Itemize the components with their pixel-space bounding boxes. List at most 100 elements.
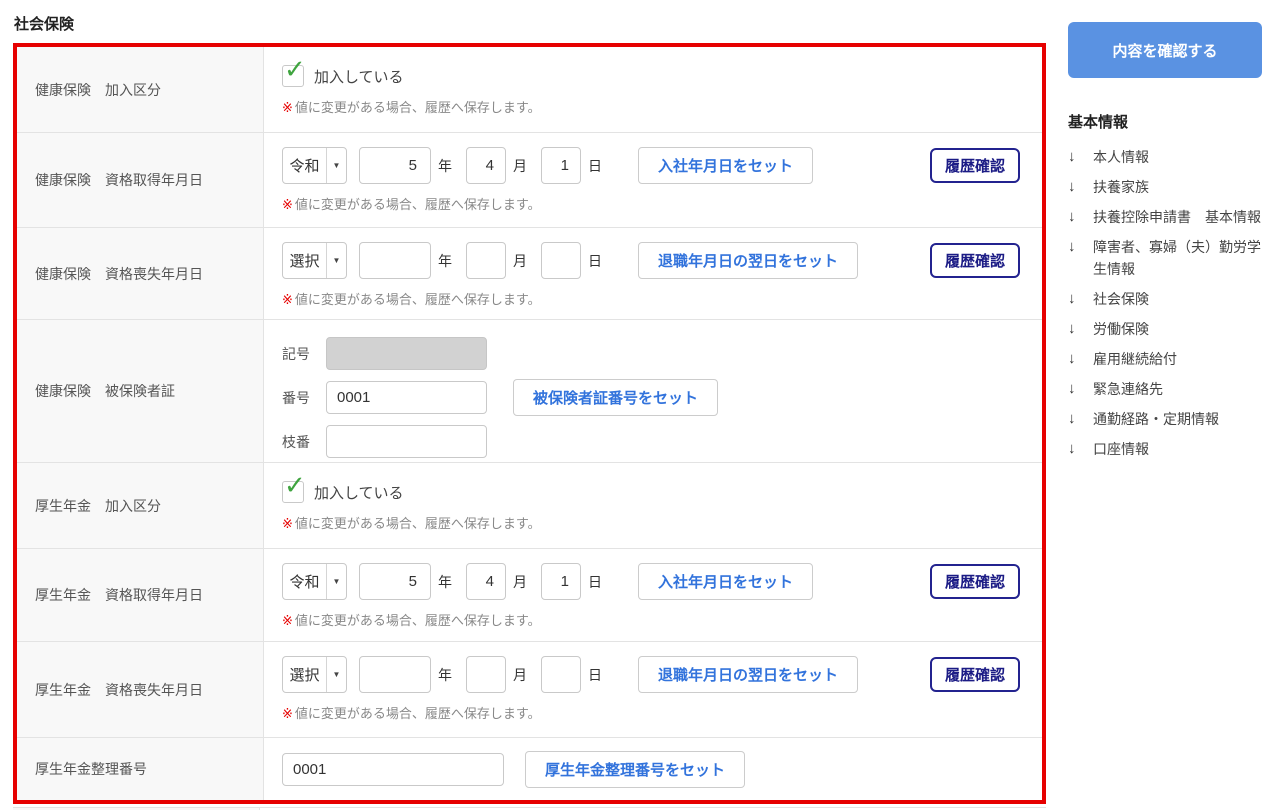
history-note: ※ 値に変更がある場合、履歴へ保存します。 (282, 100, 541, 115)
history-check-button[interactable]: 履歴確認 (929, 243, 1020, 278)
checkbox-label: 加入している (314, 68, 404, 86)
row-label: 健康保険 被保険者証 (17, 320, 264, 462)
sidebar-item-rodo-hoken[interactable]: ↓ 労働保険 (1068, 318, 1268, 340)
era-select[interactable]: 令和 ▼ (282, 147, 347, 184)
sidebar: 内容を確認する 基本情報 ↓ 本人情報 ↓ 扶養家族 ↓ 扶養控除申請書 基本情… (1068, 22, 1268, 468)
symbol-input (326, 337, 487, 370)
month-input[interactable] (466, 656, 506, 693)
month-input[interactable] (466, 563, 506, 600)
year-input[interactable] (359, 656, 431, 693)
down-arrow-icon: ↓ (1068, 320, 1076, 337)
history-note: ※ 値に変更がある場合、履歴へ保存します。 (282, 516, 541, 531)
year-unit: 年 (438, 666, 452, 683)
symbol-label: 記号 (282, 345, 310, 362)
sidebar-item-honnin-joho[interactable]: ↓ 本人情報 (1068, 146, 1268, 168)
sidebar-item-kinkyu-renrakusaki[interactable]: ↓ 緊急連絡先 (1068, 378, 1268, 400)
sidebar-item-koza-joho[interactable]: ↓ 口座情報 (1068, 438, 1268, 460)
table-row: 健康保険 資格取得年月日 令和 ▼ 年 月 日 入社年月日をセット 履歴確認 (17, 133, 1042, 228)
sidebar-nav: ↓ 本人情報 ↓ 扶養家族 ↓ 扶養控除申請書 基本情報 ↓ 障害者、寡婦（夫）… (1068, 146, 1268, 460)
day-input[interactable] (541, 242, 581, 279)
set-pension-number-button[interactable]: 厚生年金整理番号をセット (525, 750, 746, 788)
day-input[interactable] (541, 147, 581, 184)
branch-input[interactable] (326, 425, 487, 458)
checkbox-label: 加入している (314, 484, 404, 502)
history-check-button[interactable]: 履歴確認 (929, 564, 1020, 599)
chevron-down-icon: ▼ (326, 657, 346, 692)
sidebar-item-shogaisha-kafu[interactable]: ↓ 障害者、寡婦（夫）勤労学生情報 (1068, 236, 1268, 280)
row-label: 健康保険 資格取得年月日 (17, 133, 264, 227)
era-select-value: 令和 (289, 574, 320, 591)
month-input[interactable] (466, 242, 506, 279)
table-row: 健康保険 被保険者証 記号 番号 被保険者証番号をセット 枝番 (17, 320, 1042, 463)
month-unit: 月 (513, 573, 527, 590)
row-label: 厚生年金整理番号 (17, 738, 264, 800)
down-arrow-icon: ↓ (1068, 148, 1076, 165)
table-row: 厚生年金 資格取得年月日 令和 ▼ 年 月 日 入社年月日をセット 履歴確認 (17, 549, 1042, 642)
check-icon: ✓ (284, 54, 306, 84)
sidebar-item-tsukin-keiro[interactable]: ↓ 通勤経路・定期情報 (1068, 408, 1268, 430)
row-content: ✓ 加入している ※ 値に変更がある場合、履歴へ保存します。 (264, 47, 1042, 132)
sidebar-item-fuyo-kojo-shinseisho[interactable]: ↓ 扶養控除申請書 基本情報 (1068, 206, 1268, 228)
sidebar-heading: 基本情報 (1068, 114, 1129, 131)
down-arrow-icon: ↓ (1068, 380, 1076, 397)
set-hire-date-button[interactable]: 入社年月日をセット (638, 563, 814, 600)
history-note: ※ 値に変更がある場合、履歴へ保存します。 (282, 613, 541, 628)
era-select[interactable]: 選択 ▼ (282, 242, 347, 279)
set-retirement-next-day-button[interactable]: 退職年月日の翌日をセット (638, 242, 859, 279)
pension-number-input[interactable] (282, 752, 504, 786)
table-row: 厚生年金 加入区分 ✓ 加入している ※ 値に変更がある場合、履歴へ保存します。 (17, 463, 1042, 549)
year-input[interactable] (359, 147, 431, 184)
row-content: 令和 ▼ 年 月 日 入社年月日をセット 履歴確認 ※値に変更がある場合、履歴へ… (264, 549, 1042, 641)
year-input[interactable] (359, 563, 431, 600)
down-arrow-icon: ↓ (1068, 238, 1076, 255)
down-arrow-icon: ↓ (1068, 410, 1076, 427)
page: 社会保険 健康保険 加入区分 ✓ 加入している ※ 値に変更がある場合、履歴へ保存… (0, 0, 1280, 810)
social-insurance-table: 健康保険 加入区分 ✓ 加入している ※ 値に変更がある場合、履歴へ保存します。 … (13, 43, 1046, 804)
row-label: 厚生年金 資格喪失年月日 (17, 642, 264, 737)
history-note: ※ 値に変更がある場合、履歴へ保存します。 (282, 292, 541, 307)
chevron-down-icon: ▼ (326, 564, 346, 599)
set-insured-card-number-button[interactable]: 被保険者証番号をセット (513, 379, 719, 416)
row-label: 厚生年金 資格取得年月日 (17, 549, 264, 641)
enrolled-checkbox[interactable]: ✓ (282, 56, 306, 87)
page-title: 社会保険 (14, 16, 75, 33)
branch-label: 枝番 (282, 433, 310, 450)
row-label: 健康保険 加入区分 (17, 47, 264, 132)
sidebar-item-fuyo-kazoku[interactable]: ↓ 扶養家族 (1068, 176, 1268, 198)
history-check-button[interactable]: 履歴確認 (929, 148, 1020, 183)
row-label: 健康保険 資格喪失年月日 (17, 228, 264, 319)
year-unit: 年 (438, 573, 452, 590)
number-input[interactable] (326, 381, 487, 414)
sidebar-item-koyo-keizoku-kyufu[interactable]: ↓ 雇用継続給付 (1068, 348, 1268, 370)
era-select[interactable]: 選択 ▼ (282, 656, 347, 693)
set-retirement-next-day-button[interactable]: 退職年月日の翌日をセット (638, 656, 859, 693)
day-unit: 日 (588, 573, 602, 590)
month-input[interactable] (466, 147, 506, 184)
sidebar-item-shakai-hoken[interactable]: ↓ 社会保険 (1068, 288, 1268, 310)
year-input[interactable] (359, 242, 431, 279)
down-arrow-icon: ↓ (1068, 350, 1076, 367)
day-input[interactable] (541, 656, 581, 693)
row-content: 記号 番号 被保険者証番号をセット 枝番 (264, 320, 1042, 462)
day-unit: 日 (588, 666, 602, 683)
era-select[interactable]: 令和 ▼ (282, 563, 347, 600)
month-unit: 月 (513, 666, 527, 683)
history-note: ※ 値に変更がある場合、履歴へ保存します。 (282, 197, 541, 212)
table-row: 健康保険 資格喪失年月日 選択 ▼ 年 月 日 退職年月日の翌日をセット 履歴確… (17, 228, 1042, 320)
confirm-content-button[interactable]: 内容を確認する (1068, 22, 1262, 78)
enrolled-checkbox[interactable]: ✓ (282, 472, 306, 503)
day-input[interactable] (541, 563, 581, 600)
month-unit: 月 (513, 157, 527, 174)
down-arrow-icon: ↓ (1068, 178, 1076, 195)
history-check-button[interactable]: 履歴確認 (929, 657, 1020, 692)
era-select-value: 選択 (289, 253, 320, 270)
table-row: 健康保険 加入区分 ✓ 加入している ※ 値に変更がある場合、履歴へ保存します。 (17, 47, 1042, 133)
down-arrow-icon: ↓ (1068, 208, 1076, 225)
check-icon: ✓ (284, 470, 306, 500)
set-hire-date-button[interactable]: 入社年月日をセット (638, 147, 814, 184)
row-label: 厚生年金 加入区分 (17, 463, 264, 548)
era-select-value: 選択 (289, 667, 320, 684)
row-content: 令和 ▼ 年 月 日 入社年月日をセット 履歴確認 ※値に変更がある場合、履歴へ… (264, 133, 1042, 227)
era-select-value: 令和 (289, 158, 320, 175)
day-unit: 日 (588, 157, 602, 174)
